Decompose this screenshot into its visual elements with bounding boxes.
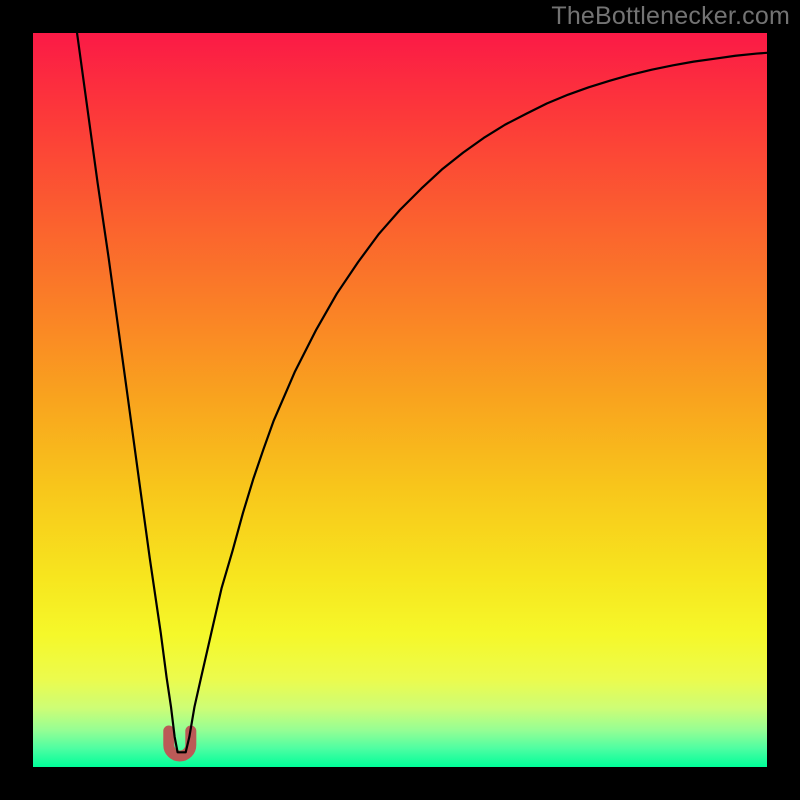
watermark-text: TheBottlenecker.com <box>551 2 790 31</box>
chart-frame: TheBottlenecker.com <box>0 0 800 800</box>
bottleneck-chart <box>33 33 767 767</box>
chart-background <box>33 33 767 767</box>
